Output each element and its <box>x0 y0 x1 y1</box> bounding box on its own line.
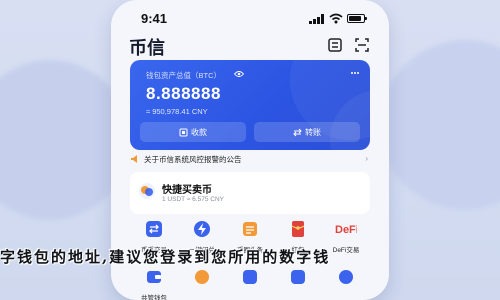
scan-icon[interactable] <box>354 37 370 53</box>
quick-trade-card[interactable]: 快捷买卖币 1 USDT ≈ 6.575 CNY <box>130 172 370 214</box>
status-bar: 9:41 <box>111 8 389 28</box>
transfer-label: 转账 <box>305 127 321 137</box>
quick-trade-icon <box>139 183 155 199</box>
red-packet-icon <box>287 218 309 240</box>
battery-icon <box>347 14 367 23</box>
app-header: 币信 <box>111 32 389 58</box>
announcement-text: 关于币信系统风控报警的公告 <box>144 155 242 164</box>
app-title: 币信 <box>129 38 165 58</box>
exchange-icon <box>143 218 165 240</box>
status-time: 9:41 <box>141 11 168 26</box>
wallet-balance-card[interactable]: 钱包资产总值（BTC） 8.888888 ≈ 950,978.41 CNY 收款… <box>130 60 370 150</box>
eye-icon[interactable] <box>234 70 244 78</box>
announcement-bar[interactable]: 关于币信系统风控报警的公告 › <box>130 152 370 166</box>
wifi-icon <box>329 13 343 24</box>
more-icon[interactable] <box>350 68 360 78</box>
balance-label: 钱包资产总值（BTC） <box>146 71 221 80</box>
receive-label: 收款 <box>191 127 207 137</box>
balance-amount: 8.888888 <box>146 84 221 103</box>
megaphone-icon <box>131 155 137 163</box>
transfer-icon <box>293 128 302 136</box>
svg-text:DeFi: DeFi <box>335 224 357 236</box>
transfer-button[interactable]: 转账 <box>254 122 360 142</box>
balance-fiat: ≈ 950,978.41 CNY <box>146 107 208 116</box>
chevron-right-icon: › <box>365 154 368 163</box>
defi-icon: DeFi <box>335 218 357 240</box>
quick-trade-title: 快捷买卖币 <box>162 185 212 196</box>
flash-swap-icon <box>191 218 213 240</box>
signal-icon <box>309 14 324 24</box>
receive-icon <box>179 128 188 136</box>
receive-button[interactable]: 收款 <box>140 122 246 142</box>
address-book-icon[interactable] <box>327 37 343 53</box>
quick-trade-rate: 1 USDT ≈ 6.575 CNY <box>162 196 224 203</box>
overlay-caption: 字钱包的地址,建议您登录到您所用的数字钱 <box>0 248 331 266</box>
news-icon <box>239 218 261 240</box>
feature-label: 共管钱包 <box>141 295 167 300</box>
